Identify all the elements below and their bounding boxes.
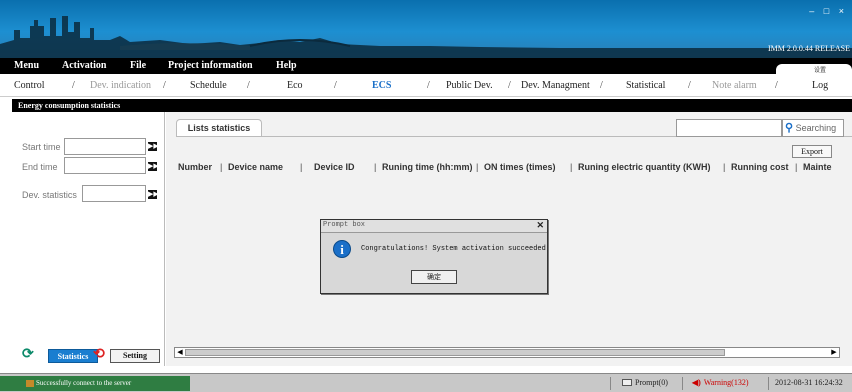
column-divider: | bbox=[723, 162, 726, 172]
column-header[interactable]: Running cost bbox=[731, 162, 789, 172]
menu-item-project-information[interactable]: Project information bbox=[168, 60, 253, 71]
column-header[interactable]: Device name bbox=[228, 162, 283, 172]
envelope-icon bbox=[622, 379, 632, 386]
nav-item-dev-indication[interactable]: Dev. indication bbox=[90, 80, 151, 91]
dialog-titlebar: Prompt box ✕ bbox=[321, 220, 547, 233]
export-button[interactable]: Export bbox=[792, 145, 832, 158]
horizontal-scrollbar[interactable]: ◀ ▶ bbox=[174, 347, 840, 358]
title-banner: – □ × IMM 2.0.0.44 RELEASE bbox=[0, 0, 852, 58]
statistics-button[interactable]: Statistics bbox=[48, 349, 98, 363]
scroll-right-icon[interactable]: ▶ bbox=[829, 348, 839, 357]
nav-item-statistical[interactable]: Statistical bbox=[626, 80, 665, 91]
column-header[interactable]: Runing time (hh:mm) bbox=[382, 162, 473, 172]
nav-separator: / bbox=[427, 80, 430, 91]
info-icon: i bbox=[333, 240, 351, 258]
column-header[interactable]: ON times (times) bbox=[484, 162, 556, 172]
menu-item-file[interactable]: File bbox=[130, 60, 146, 71]
close-icon[interactable]: × bbox=[839, 6, 846, 16]
prompt-status[interactable]: Prompt(0) bbox=[622, 378, 668, 387]
start-time-picker-icon[interactable]: ▶▶ bbox=[148, 142, 159, 151]
nav-item-schedule[interactable]: Schedule bbox=[190, 80, 227, 91]
window-controls: – □ × bbox=[806, 6, 846, 16]
nav-separator: / bbox=[508, 80, 511, 91]
column-header[interactable]: Device ID bbox=[314, 162, 355, 172]
status-divider bbox=[682, 377, 683, 390]
refresh-green-icon[interactable]: ⟳ bbox=[22, 346, 34, 363]
nav-item-eco[interactable]: Eco bbox=[287, 80, 303, 91]
menu-item-activation[interactable]: Activation bbox=[62, 60, 106, 71]
maximize-icon[interactable]: □ bbox=[824, 6, 831, 16]
refresh-red-icon[interactable]: ⟲ bbox=[93, 346, 105, 363]
status-bar: Successfully connect to the server Promp… bbox=[0, 373, 852, 392]
scrollbar-thumb[interactable] bbox=[185, 349, 725, 356]
dev-statistics-picker-icon[interactable]: ▶▶ bbox=[148, 190, 159, 199]
version-label: IMM 2.0.0.44 RELEASE bbox=[768, 44, 850, 53]
dialog-message: Congratulations! System activation succe… bbox=[361, 245, 546, 253]
section-title: Energy consumption statistics bbox=[12, 99, 852, 112]
column-divider: | bbox=[570, 162, 573, 172]
column-divider: | bbox=[374, 162, 377, 172]
filter-panel: Start time ▶▶ End time ▶▶ Dev. statistic… bbox=[12, 112, 165, 366]
status-divider bbox=[768, 377, 769, 390]
menu-bar: Menu Activation File Project information… bbox=[0, 58, 852, 74]
end-time-label: End time bbox=[22, 162, 58, 172]
dialog-close-icon[interactable]: ✕ bbox=[536, 220, 544, 231]
status-divider bbox=[610, 377, 611, 390]
column-divider: | bbox=[476, 162, 479, 172]
search-button-label: Searching bbox=[795, 123, 837, 133]
end-time-picker-icon[interactable]: ▶▶ bbox=[148, 162, 159, 171]
menu-item-menu[interactable]: Menu bbox=[14, 60, 39, 71]
search-button[interactable]: ⚲ Searching bbox=[782, 119, 844, 137]
warning-status[interactable]: ◀) Warning(132) bbox=[692, 378, 749, 387]
nav-separator: / bbox=[688, 80, 691, 91]
column-header[interactable]: Number bbox=[178, 162, 212, 172]
search-input[interactable] bbox=[676, 119, 782, 137]
start-time-input[interactable] bbox=[64, 138, 146, 155]
settings-tab-label: 设置 bbox=[813, 68, 826, 74]
nav-item-ecs[interactable]: ECS bbox=[372, 80, 391, 91]
tab-lists-statistics[interactable]: Lists statistics bbox=[176, 119, 262, 136]
plug-icon bbox=[26, 380, 34, 387]
nav-separator: / bbox=[600, 80, 603, 91]
minimize-icon[interactable]: – bbox=[809, 6, 816, 16]
column-divider: | bbox=[300, 162, 303, 172]
scroll-left-icon[interactable]: ◀ bbox=[175, 348, 185, 357]
nav-separator: / bbox=[775, 80, 778, 91]
dev-statistics-input[interactable] bbox=[82, 185, 146, 202]
nav-separator: / bbox=[247, 80, 250, 91]
nav-item-public-dev[interactable]: Public Dev. bbox=[446, 80, 493, 91]
city-skyline-graphic bbox=[0, 16, 852, 58]
column-divider: | bbox=[795, 162, 798, 172]
nav-separator: / bbox=[72, 80, 75, 91]
nav-item-log[interactable]: Log bbox=[812, 80, 828, 91]
nav-item-note-alarm[interactable]: Note alarm bbox=[712, 80, 757, 91]
datetime-label: 2012-08-31 16:24:32 bbox=[775, 378, 843, 387]
dialog-ok-button[interactable]: 确定 bbox=[411, 270, 457, 284]
setting-button[interactable]: Setting bbox=[110, 349, 160, 363]
search-icon: ⚲ bbox=[785, 122, 794, 134]
prompt-status-text: Prompt(0) bbox=[635, 378, 668, 387]
start-time-label: Start time bbox=[22, 142, 61, 152]
column-header[interactable]: Runing electric quantity (KWH) bbox=[578, 162, 711, 172]
column-divider: | bbox=[220, 162, 223, 172]
end-time-input[interactable] bbox=[64, 157, 146, 174]
prompt-dialog: Prompt box ✕ i Congratulations! System a… bbox=[320, 219, 548, 294]
warning-status-text: Warning(132) bbox=[703, 378, 749, 387]
column-header[interactable]: Mainte bbox=[803, 162, 832, 172]
nav-item-dev-managment[interactable]: Dev. Managment bbox=[521, 80, 590, 91]
nav-separator: / bbox=[163, 80, 166, 91]
connection-status-text: Successfully connect to the server bbox=[36, 379, 132, 387]
nav-separator: / bbox=[334, 80, 337, 91]
speaker-icon: ◀) bbox=[692, 378, 701, 387]
nav-item-control[interactable]: Control bbox=[14, 80, 45, 91]
nav-bar: Control / Dev. indication / Schedule / E… bbox=[0, 75, 852, 97]
menu-item-help[interactable]: Help bbox=[276, 60, 297, 71]
dialog-title: Prompt box bbox=[323, 221, 366, 229]
dev-statistics-label: Dev. statistics bbox=[22, 190, 77, 200]
connection-status: Successfully connect to the server bbox=[0, 376, 190, 391]
